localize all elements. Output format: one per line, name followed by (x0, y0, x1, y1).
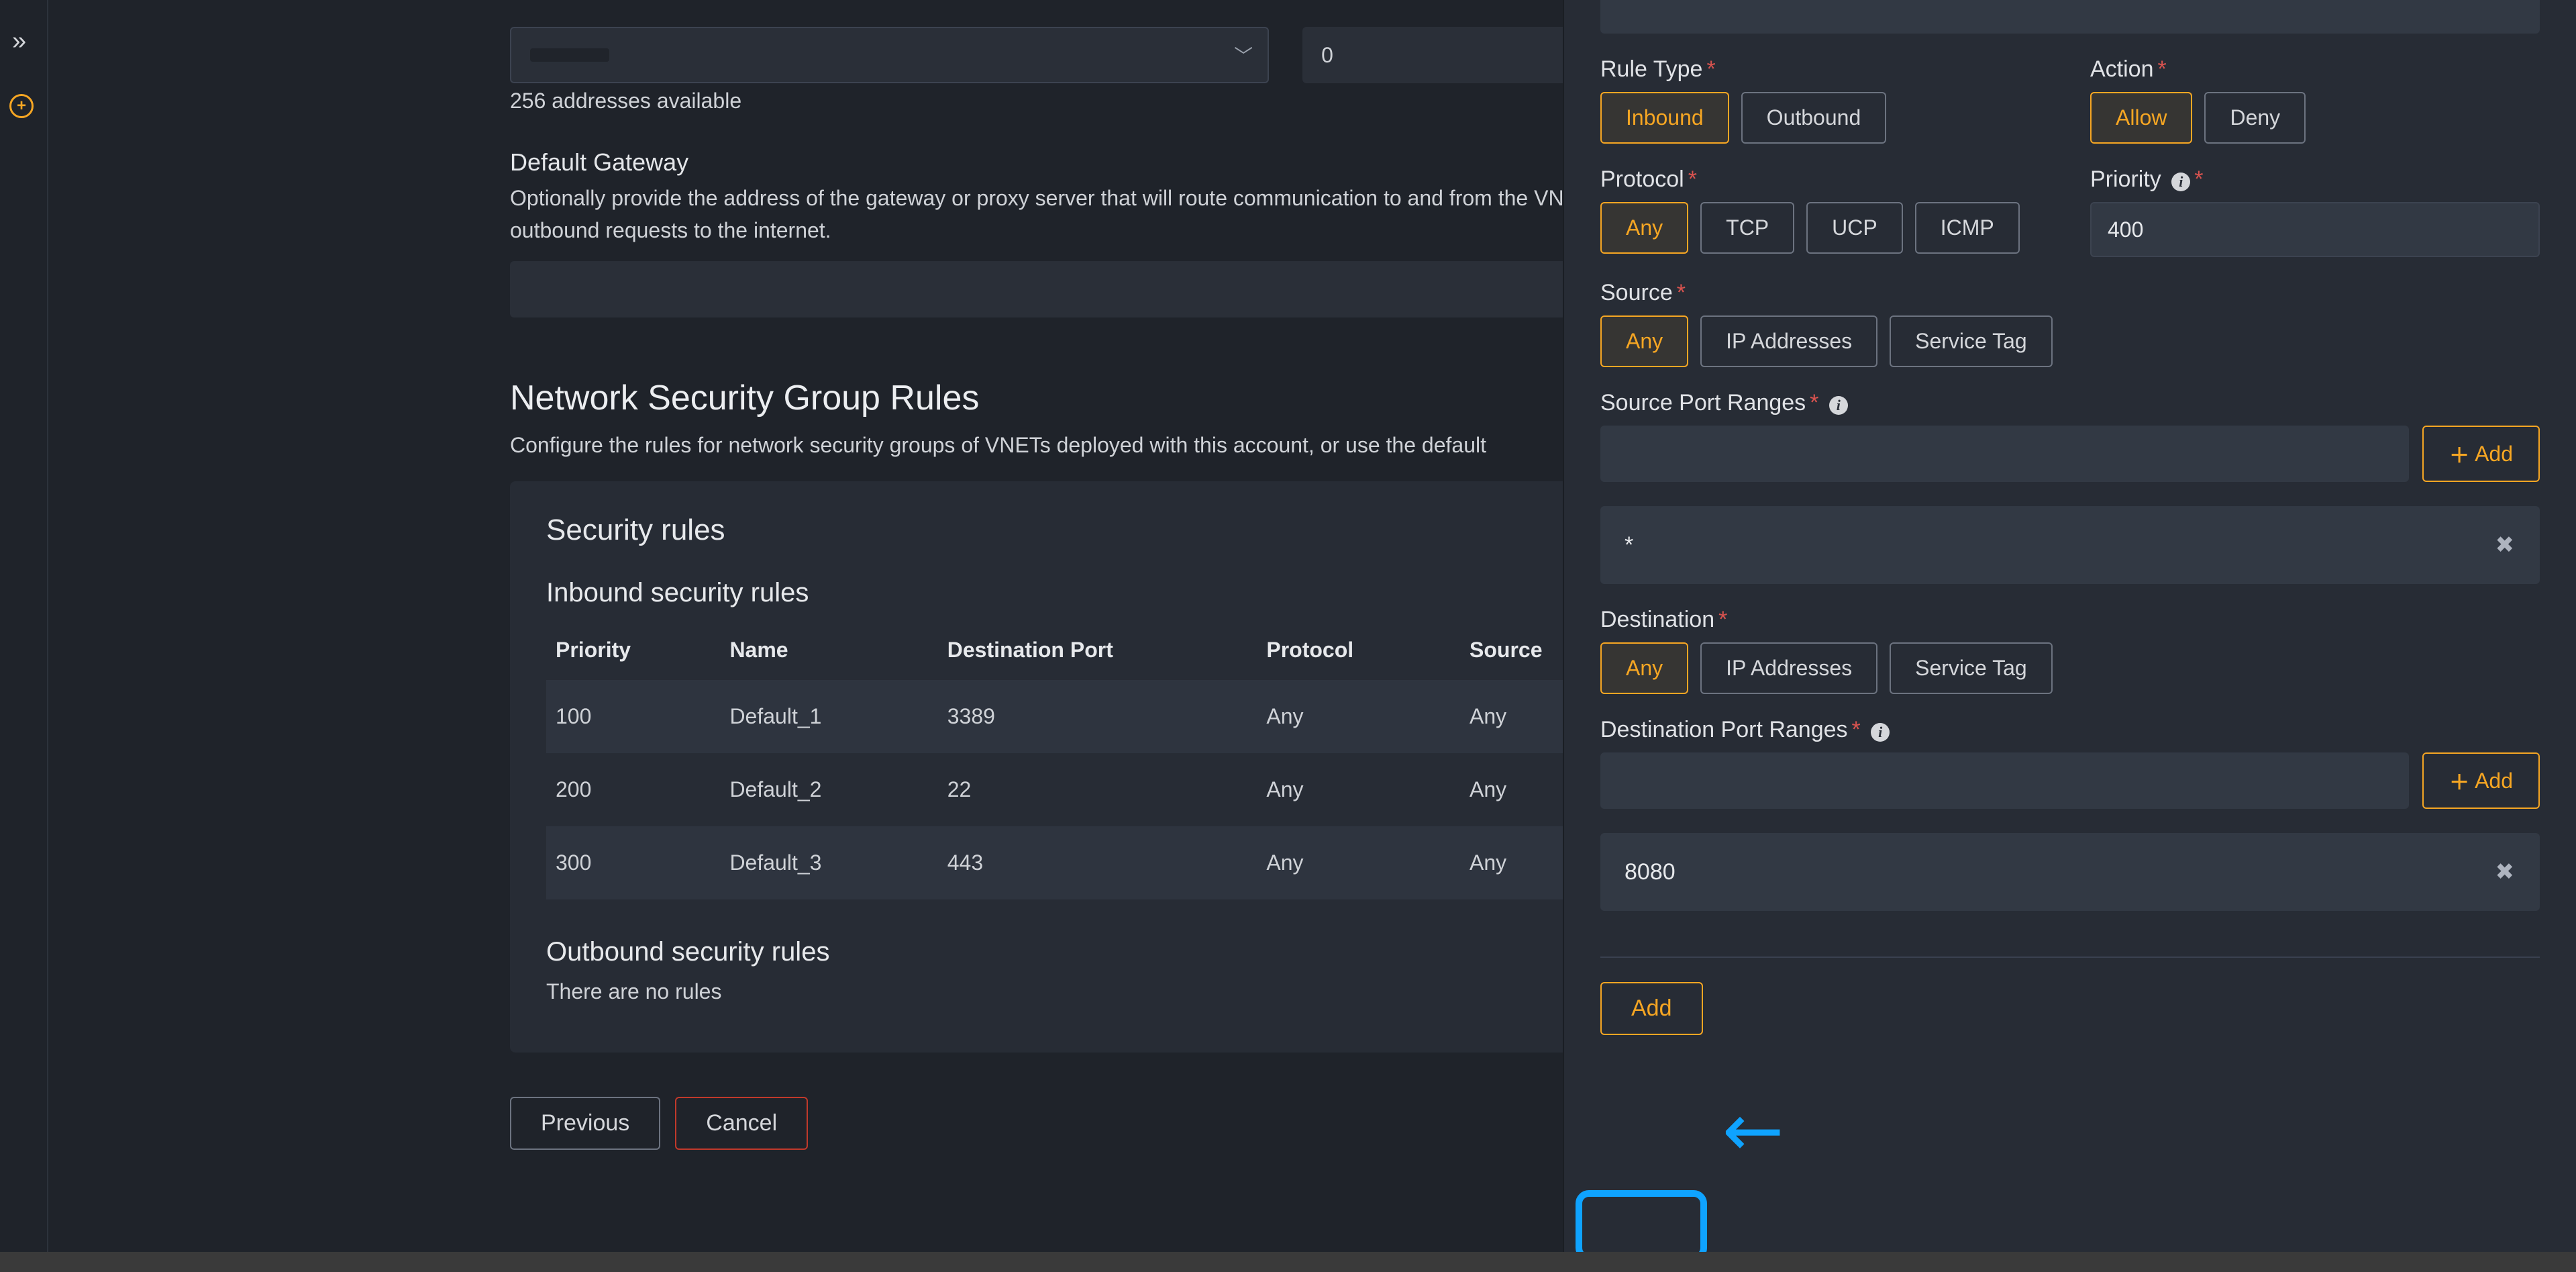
cell-name: Default_2 (720, 753, 937, 826)
protocol-label: Protocol* (1600, 166, 2050, 193)
col-priority: Priority (546, 620, 720, 680)
priority-input[interactable] (2090, 202, 2540, 257)
protocol-tcp[interactable]: TCP (1700, 202, 1794, 254)
priority-label: Priority i* (2090, 166, 2540, 193)
cell-protocol: Any (1257, 680, 1460, 753)
address-limit-value: 0 (1321, 43, 1333, 68)
protocol-any[interactable]: Any (1600, 202, 1688, 254)
address-helper: 256 addresses available (510, 89, 1269, 113)
col-name: Name (720, 620, 937, 680)
source-any[interactable]: Any (1600, 315, 1688, 367)
address-space-selected (530, 48, 609, 62)
rule-name-input[interactable] (1600, 0, 2540, 34)
rule-type-label: Rule Type* (1600, 56, 2050, 83)
dest-port-add-button[interactable]: ＋Add (2422, 752, 2540, 809)
panel-divider (1600, 957, 2540, 958)
rule-type-outbound[interactable]: Outbound (1741, 92, 1887, 144)
plus-icon: ＋ (2449, 766, 2469, 795)
address-space-select[interactable]: ﹀ (510, 27, 1269, 83)
chip-value: 8080 (1625, 859, 1676, 885)
action-deny[interactable]: Deny (2204, 92, 2306, 144)
chevron-down-icon: ﹀ (1234, 42, 1253, 68)
destination-ip[interactable]: IP Addresses (1700, 642, 1877, 694)
info-icon[interactable]: i (1871, 723, 1890, 742)
cell-protocol: Any (1257, 753, 1460, 826)
cell-dest-port: 3389 (938, 680, 1257, 753)
cancel-button[interactable]: Cancel (675, 1097, 808, 1150)
rule-type-inbound[interactable]: Inbound (1600, 92, 1729, 144)
remove-icon[interactable]: ✖ (2495, 859, 2515, 885)
cell-priority: 100 (546, 680, 720, 753)
add-circle-icon[interactable]: + (9, 94, 34, 118)
col-protocol: Protocol (1257, 620, 1460, 680)
cell-priority: 300 (546, 826, 720, 899)
info-icon[interactable]: i (1829, 396, 1848, 415)
plus-icon: ＋ (2449, 439, 2469, 469)
destination-service-tag[interactable]: Service Tag (1890, 642, 2053, 694)
source-ip[interactable]: IP Addresses (1700, 315, 1877, 367)
remove-icon[interactable]: ✖ (2495, 532, 2515, 558)
col-dest-port: Destination Port (938, 620, 1257, 680)
destination-label: Destination* (1600, 607, 2540, 633)
previous-button[interactable]: Previous (510, 1097, 660, 1150)
cell-protocol: Any (1257, 826, 1460, 899)
source-label: Source* (1600, 280, 2540, 306)
cell-dest-port: 22 (938, 753, 1257, 826)
dest-port-chip: 8080 ✖ (1600, 833, 2540, 911)
destination-any[interactable]: Any (1600, 642, 1688, 694)
action-label: Action* (2090, 56, 2540, 83)
cell-priority: 200 (546, 753, 720, 826)
source-ports-label: Source Port Ranges* i (1600, 390, 2540, 416)
protocol-ucp[interactable]: UCP (1806, 202, 1903, 254)
cell-name: Default_3 (720, 826, 937, 899)
action-allow[interactable]: Allow (2090, 92, 2192, 144)
source-port-input[interactable] (1600, 426, 2409, 482)
browser-status-bar (0, 1252, 2576, 1272)
expand-icon[interactable]: » (12, 27, 26, 56)
add-rule-button[interactable]: Add (1600, 982, 1703, 1035)
source-service-tag[interactable]: Service Tag (1890, 315, 2053, 367)
source-port-add-button[interactable]: ＋Add (2422, 426, 2540, 482)
info-icon[interactable]: i (2171, 173, 2190, 191)
chip-value: * (1625, 532, 1633, 558)
dest-port-input[interactable] (1600, 752, 2409, 809)
rule-side-panel: Rule Type* Inbound Outbound Action* Allo… (1563, 0, 2576, 1272)
cell-dest-port: 443 (938, 826, 1257, 899)
source-port-chip: * ✖ (1600, 506, 2540, 584)
dest-ports-label: Destination Port Ranges* i (1600, 717, 2540, 743)
left-rail: » + (0, 0, 48, 1272)
cell-name: Default_1 (720, 680, 937, 753)
protocol-icmp[interactable]: ICMP (1915, 202, 2020, 254)
